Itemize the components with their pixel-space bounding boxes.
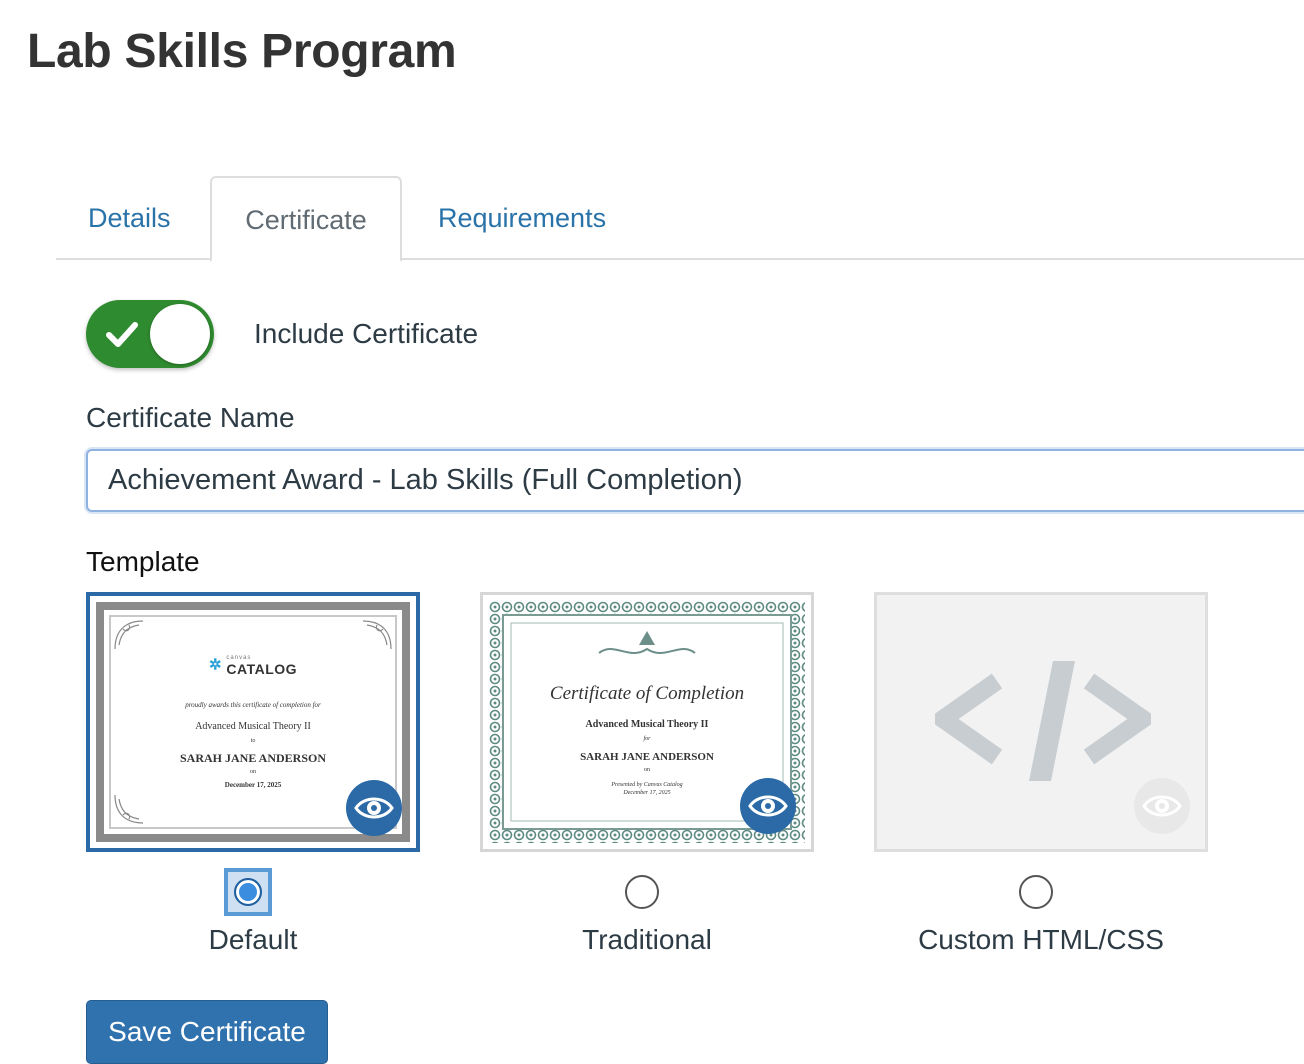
eye-icon [1142,795,1182,817]
option-label-traditional: Traditional [582,924,712,955]
toggle-knob [150,304,210,364]
ornament-icon [114,794,144,824]
preview-default-button[interactable] [346,780,402,836]
ornament-icon [114,620,144,650]
tab-bar: Details Certificate Requirements [56,176,1304,262]
tab-requirements[interactable]: Requirements [406,176,638,260]
radio-default[interactable] [234,878,262,906]
eye-icon [748,795,788,817]
template-label: Template [86,546,200,577]
eye-icon [354,797,394,819]
page-title: Lab Skills Program [27,25,457,78]
radio-custom[interactable] [1019,875,1053,909]
logo-star-icon: ✲ [208,656,223,674]
tab-details[interactable]: Details [56,176,203,260]
check-icon [106,322,138,347]
save-certificate-button[interactable]: Save Certificate [86,1000,328,1064]
ornament-icon [362,620,392,650]
tab-certificate[interactable]: Certificate [210,176,402,262]
include-certificate-toggle[interactable] [86,300,214,368]
include-certificate-label: Include Certificate [254,318,479,349]
preview-custom-button[interactable] [1134,778,1190,834]
radio-default-focus[interactable] [224,868,272,916]
certificate-name-label: Certificate Name [86,402,295,433]
template-card-custom[interactable] [874,592,1208,852]
preview-traditional-button[interactable] [740,778,796,834]
template-card-default[interactable]: ✲ canvas CATALOG proudly awards this cer… [86,592,420,852]
template-card-traditional[interactable]: Certificate of Completion Advanced Music… [480,592,814,852]
catalog-logo: ✲ canvas CATALOG [208,655,298,677]
code-icon [935,661,1151,781]
option-label-default: Default [208,924,298,955]
certificate-name-input[interactable] [86,449,1304,512]
option-label-custom: Custom HTML/CSS [918,924,1164,955]
radio-traditional[interactable] [625,875,659,909]
